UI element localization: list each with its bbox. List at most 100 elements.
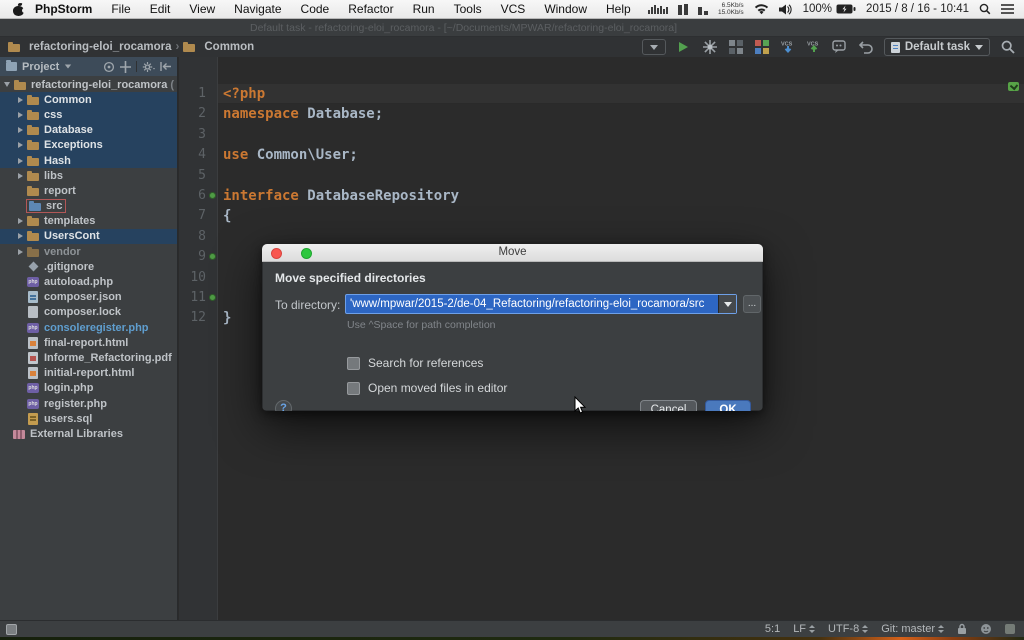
menu-bar-clock[interactable]: 2015 / 8 / 16 - 10:41 <box>866 3 969 15</box>
tree-item-css[interactable]: css <box>0 107 177 122</box>
breadcrumb-item-refactoring-eloi-rocamora[interactable]: refactoring-eloi_rocamora <box>8 41 172 53</box>
wifi-icon[interactable] <box>754 4 769 15</box>
tree-item-users-sql[interactable]: users.sql <box>0 411 177 426</box>
search-everywhere-button[interactable] <box>1000 39 1016 55</box>
gutter-line-2[interactable]: 2 <box>179 104 218 124</box>
gutter-line-10[interactable]: 10 <box>179 268 218 288</box>
status-widget-5-1[interactable]: 5:1 <box>765 623 780 635</box>
code-line-7[interactable]: { <box>223 206 231 226</box>
implemented-marker-icon[interactable] <box>209 192 216 199</box>
toolwindow-toggle-button[interactable] <box>6 624 17 635</box>
tree-item-database[interactable]: Database <box>0 123 177 138</box>
menu-phpstorm[interactable]: PhpStorm <box>35 2 92 16</box>
status-widget-lf[interactable]: LF <box>793 623 815 635</box>
gutter-line-1[interactable]: 1 <box>179 84 218 104</box>
tree-item-vendor[interactable]: vendor <box>0 244 177 259</box>
ok-button[interactable]: OK <box>705 400 751 411</box>
gutter-line-4[interactable]: 4 <box>179 145 218 165</box>
vcs-update-button[interactable]: VCS <box>780 39 796 55</box>
tree-item-informe-refactoring-pdf[interactable]: Informe_Refactoring.pdf <box>0 350 177 365</box>
gutter-line-12[interactable]: 12 <box>179 308 218 328</box>
debug-button[interactable] <box>702 39 718 55</box>
tree-item-exceptions[interactable]: Exceptions <box>0 138 177 153</box>
apple-menu-icon[interactable] <box>12 3 25 16</box>
code-line-12[interactable]: } <box>223 308 231 328</box>
collapsed-arrow-icon[interactable] <box>18 112 23 118</box>
tree-item-common[interactable]: Common <box>0 92 177 107</box>
tree-item-report[interactable]: report <box>0 183 177 198</box>
collapsed-arrow-icon[interactable] <box>18 97 23 103</box>
menu-help[interactable]: Help <box>606 2 631 16</box>
gutter-line-8[interactable]: 8 <box>179 227 218 247</box>
network-speed[interactable]: 6.5Kb/s 15.0Kb/s <box>718 2 744 16</box>
implemented-marker-icon[interactable] <box>209 294 216 301</box>
window-title-bar[interactable]: Default task - refactoring-eloi_rocamora… <box>0 19 1024 37</box>
tree-item-refactoring-eloi-rocamora[interactable]: refactoring-eloi_rocamora( <box>0 77 177 92</box>
breadcrumb-item-common[interactable]: Common <box>183 41 254 53</box>
expanded-arrow-icon[interactable] <box>4 82 10 87</box>
combobox-dropdown-button[interactable] <box>718 295 736 313</box>
tree-item-userscont[interactable]: UsersCont <box>0 229 177 244</box>
collapsed-arrow-icon[interactable] <box>18 173 23 179</box>
search-for-references-checkbox[interactable]: Search for references <box>347 356 483 370</box>
menu-vcs[interactable]: VCS <box>501 2 526 16</box>
tree-item-consoleregister-php[interactable]: consoleregister.php <box>0 320 177 335</box>
undo-button[interactable] <box>858 39 874 55</box>
checkbox-icon[interactable] <box>347 382 360 395</box>
browse-button[interactable]: ... <box>743 295 761 313</box>
tree-item-initial-report-html[interactable]: initial-report.html <box>0 366 177 381</box>
code-line-4[interactable]: use Common\User; <box>223 145 358 165</box>
vcs-changes-button[interactable] <box>832 39 848 55</box>
gutter-line-6[interactable]: 6 <box>179 186 218 206</box>
code-line-6[interactable]: interface DatabaseRepository <box>223 186 459 206</box>
tree-item-register-php[interactable]: register.php <box>0 396 177 411</box>
cpu-history-icon[interactable] <box>648 4 668 14</box>
notification-center-icon[interactable] <box>1001 4 1014 14</box>
tree-item-external-libraries[interactable]: External Libraries <box>0 426 177 441</box>
to-directory-combobox[interactable]: 'www/mpwar/2015-2/de-04_Refactoring/refa… <box>345 294 737 314</box>
gutter-line-11[interactable]: 11 <box>179 288 218 308</box>
tree-item-login-php[interactable]: login.php <box>0 381 177 396</box>
hector-inspector-icon[interactable] <box>980 623 992 635</box>
menu-code[interactable]: Code <box>301 2 330 16</box>
implemented-marker-icon[interactable] <box>209 253 216 260</box>
project-panel-title[interactable]: Project <box>22 61 59 73</box>
run-button[interactable] <box>676 39 692 55</box>
vcs-commit-button[interactable]: VCS <box>806 39 822 55</box>
collapsed-arrow-icon[interactable] <box>18 249 23 255</box>
tree-item-templates[interactable]: templates <box>0 214 177 229</box>
code-line-2[interactable]: namespace Database; <box>223 104 383 124</box>
disk-meter-icon[interactable] <box>698 4 708 15</box>
gutter-line-5[interactable]: 5 <box>179 166 218 186</box>
battery-indicator[interactable]: 100% <box>803 3 856 15</box>
hide-panel-icon[interactable] <box>160 61 171 72</box>
tree-item-libs[interactable]: libs <box>0 168 177 183</box>
locate-file-icon[interactable] <box>103 61 115 73</box>
task-selector[interactable]: Default task <box>884 38 990 56</box>
to-directory-value[interactable]: 'www/mpwar/2015-2/de-04_Refactoring/refa… <box>346 298 718 310</box>
coverage-button[interactable] <box>728 39 744 55</box>
status-widget-git-master[interactable]: Git: master <box>881 623 944 635</box>
notification-widget-icon[interactable] <box>1005 624 1015 634</box>
open-moved-files-checkbox[interactable]: Open moved files in editor <box>347 381 507 395</box>
settings-button[interactable] <box>754 39 770 55</box>
menu-navigate[interactable]: Navigate <box>234 2 281 16</box>
menu-edit[interactable]: Edit <box>150 2 171 16</box>
inspection-ok-indicator[interactable] <box>1008 82 1019 91</box>
collapsed-arrow-icon[interactable] <box>18 127 23 133</box>
gutter-line-3[interactable]: 3 <box>179 125 218 145</box>
tree-item-autoload-php[interactable]: autoload.php <box>0 274 177 289</box>
gear-icon[interactable] <box>142 61 155 73</box>
dialog-title-bar[interactable]: Move <box>262 244 763 262</box>
editor-gutter[interactable]: 123456789101112 <box>179 57 218 620</box>
collapsed-arrow-icon[interactable] <box>18 158 23 164</box>
memory-meter-icon[interactable] <box>678 4 688 15</box>
tree-item-final-report-html[interactable]: final-report.html <box>0 335 177 350</box>
tree-item-composer-json[interactable]: composer.json <box>0 290 177 305</box>
checkbox-icon[interactable] <box>347 357 360 370</box>
run-config-dropdown-button[interactable] <box>642 39 666 55</box>
menu-file[interactable]: File <box>111 2 130 16</box>
help-button[interactable]: ? <box>275 400 292 411</box>
collapsed-arrow-icon[interactable] <box>18 233 23 239</box>
tree-item-composer-lock[interactable]: composer.lock <box>0 305 177 320</box>
